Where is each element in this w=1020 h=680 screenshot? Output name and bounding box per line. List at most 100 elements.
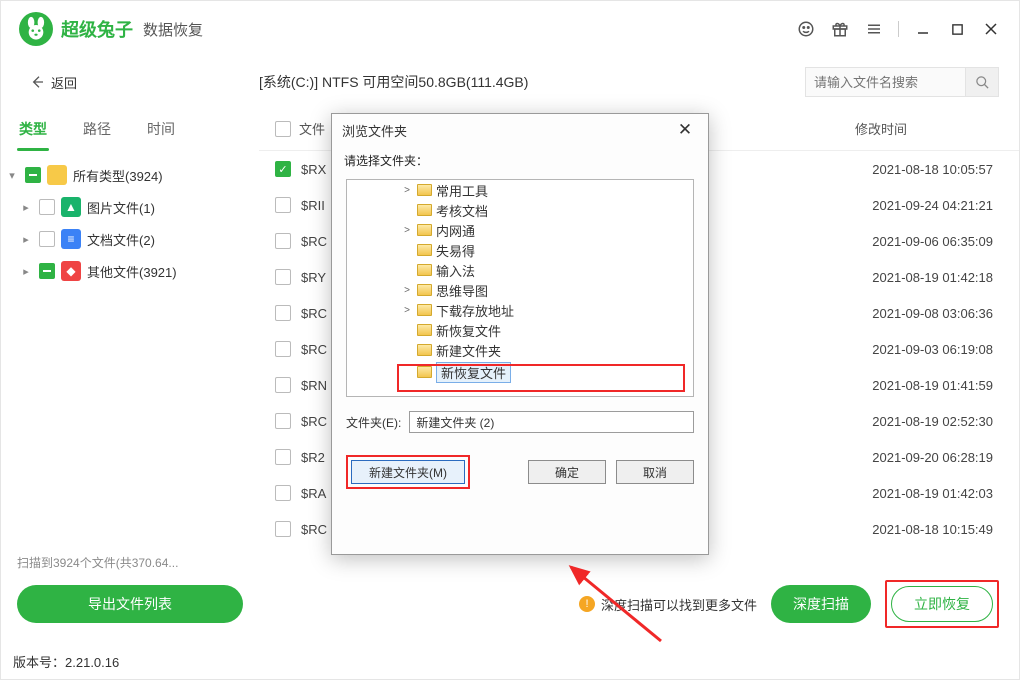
folder-icon [417,204,432,216]
tab-path[interactable]: 路径 [65,107,129,151]
folder-label: 输入法 [436,261,475,280]
feedback-icon[interactable] [796,19,816,39]
checkbox[interactable] [275,269,291,285]
browse-folder-dialog: 浏览文件夹 ✕ 请选择文件夹： >常用工具考核文档>内网通失易得输入法>思维导图… [331,113,709,555]
folder-label: 常用工具 [436,181,488,200]
file-time: 2021-08-19 01:42:03 [761,486,1003,501]
checkbox[interactable] [39,263,55,279]
dialog-folder-tree[interactable]: > 常用工具考核文档 > 内网通失易得输入法 > 思维导图 > 下载存放地址新恢复文件新建文件… [346,179,694,397]
folder-label: 内网通 [436,221,475,240]
checkbox-all[interactable] [275,121,291,137]
chevron-icon[interactable]: > [401,305,413,316]
tab-type[interactable]: 类型 [1,107,65,151]
maximize-icon[interactable] [947,19,967,39]
tree-root[interactable]: ▾ 所有类型(3924) [5,159,253,191]
file-time: 2021-09-06 06:35:09 [761,234,1003,249]
version-label: 版本号：2.21.0.16 [13,652,119,671]
file-time: 2021-08-19 01:41:59 [761,378,1003,393]
app-sub: 数据恢复 [143,19,203,40]
chevron-right-icon[interactable]: ▸ [19,233,33,246]
search-input[interactable] [805,67,965,97]
checkbox[interactable] [275,449,291,465]
drive-info: [系统(C:)] NTFS 可用空间50.8GB(111.4GB) [259,72,805,92]
checkbox-root[interactable] [25,167,41,183]
close-icon[interactable]: ✕ [672,117,698,143]
chevron-down-icon[interactable]: ▾ [5,169,19,182]
minimize-icon[interactable] [913,19,933,39]
tree-image[interactable]: ▸ ▲ 图片文件(1) [5,191,253,223]
checkbox[interactable] [275,413,291,429]
export-button[interactable]: 导出文件列表 [17,585,243,623]
checkbox[interactable] [39,231,55,247]
file-time: 2021-08-19 02:52:30 [761,414,1003,429]
folder-label: 失易得 [436,241,475,260]
type-tree: ▾ 所有类型(3924) ▸ ▲ 图片文件(1) ▸ ≡ 文档文件(2) ▸ ◆ [1,151,259,544]
checkbox[interactable] [275,197,291,213]
chevron-icon[interactable]: > [401,185,413,196]
folder-label: 下载存放地址 [436,301,514,320]
recover-button[interactable]: 立即恢复 [891,586,993,622]
chevron-right-icon[interactable]: ▸ [19,201,33,214]
brand: 超级兔子 数据恢复 [19,12,203,46]
back-button[interactable]: 返回 [29,73,259,92]
folder-label: 新建文件夹 [436,341,501,360]
gift-icon[interactable] [830,19,850,39]
search-button[interactable] [965,67,999,97]
app-header: 超级兔子 数据恢复 [1,1,1019,57]
checkbox[interactable] [275,233,291,249]
sidebar: 类型 路径 时间 ▾ 所有类型(3924) ▸ ▲ 图片文件(1) ▸ ≡ 文档… [1,107,259,641]
folder-tree-item[interactable]: > 内网通 [347,220,693,240]
checkbox[interactable] [275,377,291,393]
folder-tree-item[interactable]: 输入法 [347,260,693,280]
deep-scan-button[interactable]: 深度扫描 [771,585,871,623]
checkbox[interactable] [275,305,291,321]
folder-tree-item[interactable]: > 下载存放地址 [347,300,693,320]
chevron-icon[interactable]: > [401,285,413,296]
checkbox[interactable] [275,341,291,357]
document-icon: ≡ [61,229,81,249]
window-controls [796,19,1001,39]
deep-scan-tip: ! 深度扫描可以找到更多文件 [579,595,757,614]
sidebar-tabs: 类型 路径 时间 [1,107,259,151]
folder-tree-item[interactable]: 新建文件夹 [347,340,693,360]
info-icon: ! [579,596,595,612]
close-icon[interactable] [981,19,1001,39]
cancel-button[interactable]: 取消 [616,460,694,484]
folder-label: 考核文档 [436,201,488,220]
new-folder-button[interactable]: 新建文件夹(M) [351,460,465,484]
menu-icon[interactable] [864,19,884,39]
folder-icon [417,224,432,236]
highlight-recover: 立即恢复 [885,580,999,628]
chevron-right-icon[interactable]: ▸ [19,265,33,278]
dialog-header[interactable]: 浏览文件夹 ✕ [332,114,708,146]
col-time[interactable]: 修改时间 [759,119,1003,138]
back-label: 返回 [51,73,77,92]
ok-button[interactable]: 确定 [528,460,606,484]
checkbox[interactable] [275,521,291,537]
footer-bar: ! 深度扫描可以找到更多文件 深度扫描 立即恢复 [259,567,1019,641]
file-time: 2021-09-08 03:06:36 [761,306,1003,321]
folder-icon [417,324,432,336]
file-time: 2021-08-18 10:05:57 [761,162,1003,177]
folder-icon [417,264,432,276]
checkbox[interactable] [275,485,291,501]
toolbar: 返回 [系统(C:)] NTFS 可用空间50.8GB(111.4GB) [1,57,1019,107]
checkbox[interactable] [275,161,291,177]
sidebar-footer: 扫描到3924个文件(共370.64... 导出文件列表 [1,544,259,641]
chevron-icon[interactable]: > [401,225,413,236]
folder-tree-item[interactable]: 考核文档 [347,200,693,220]
file-time: 2021-09-24 04:21:21 [761,198,1003,213]
app-logo-icon [19,12,53,46]
folder-tree-item[interactable]: 失易得 [347,240,693,260]
folder-icon [417,344,432,356]
checkbox[interactable] [39,199,55,215]
folder-tree-item[interactable]: > 常用工具 [347,180,693,200]
tree-doc[interactable]: ▸ ≡ 文档文件(2) [5,223,253,255]
folder-tree-item[interactable]: 新恢复文件 [347,320,693,340]
folder-tree-item[interactable]: > 思维导图 [347,280,693,300]
folder-icon [417,284,432,296]
tab-time[interactable]: 时间 [129,107,193,151]
folder-name-input[interactable] [409,411,694,433]
tree-other[interactable]: ▸ ◆ 其他文件(3921) [5,255,253,287]
folder-label: 思维导图 [436,281,488,300]
